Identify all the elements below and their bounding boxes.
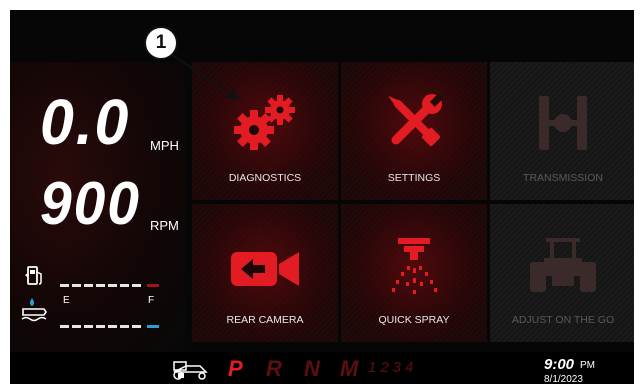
callout-arrow xyxy=(171,54,240,100)
figure-root: 0.0 MPH 900 RPM E F DIAGNOSTICS SETTINGS… xyxy=(0,0,641,384)
callout-number-badge: 1 xyxy=(144,26,178,60)
